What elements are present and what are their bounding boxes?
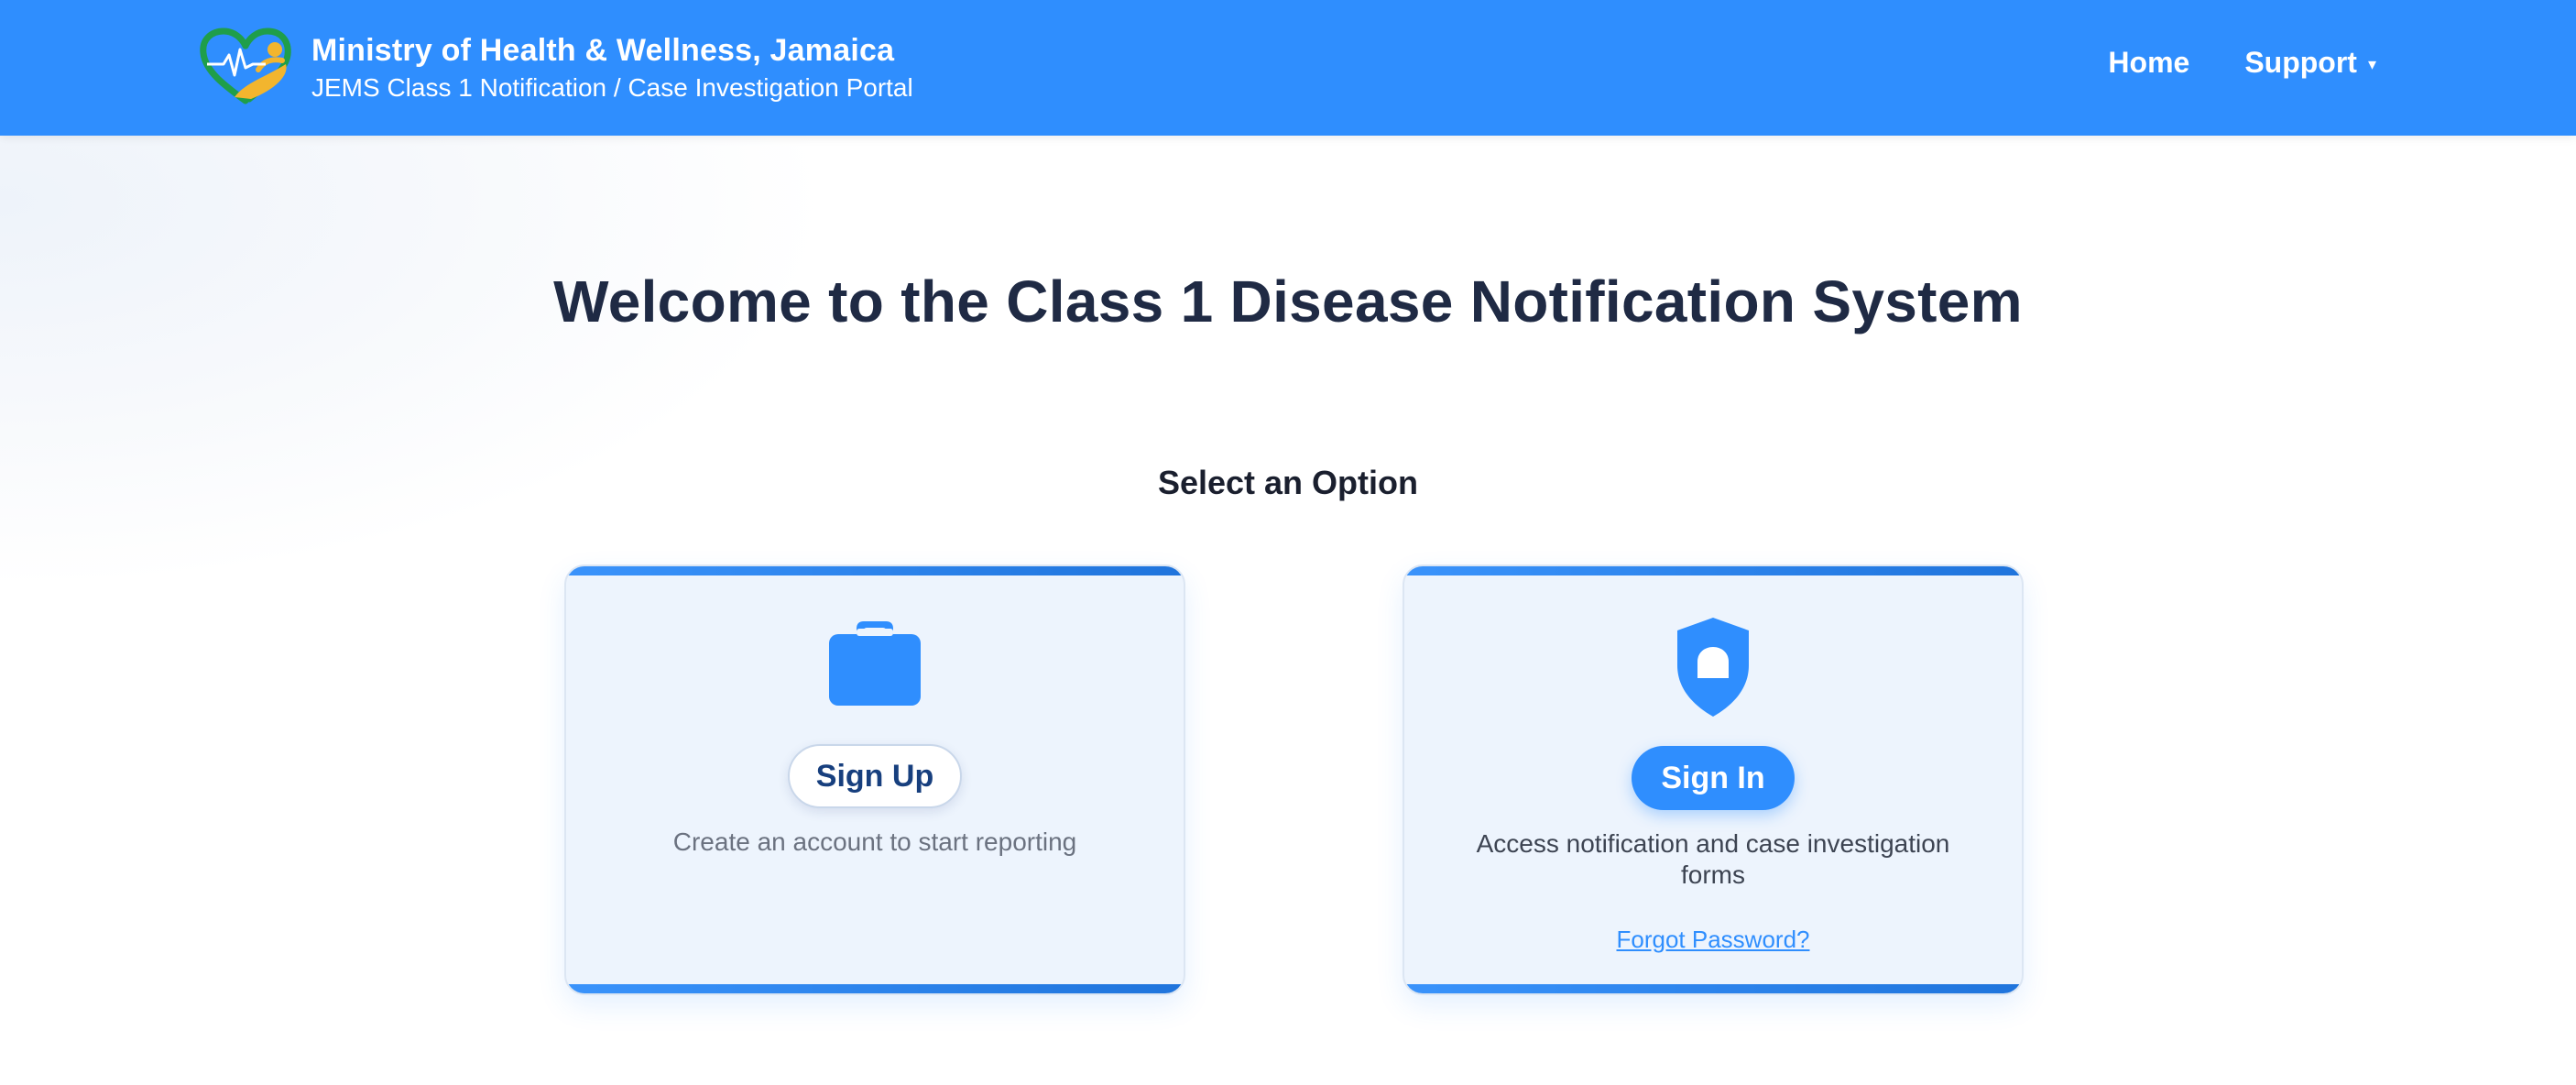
- nav-support-dropdown[interactable]: Support ▾: [2244, 46, 2376, 80]
- signin-card: Sign In Access notification and case inv…: [1403, 564, 2024, 995]
- signup-card: Sign Up Create an account to start repor…: [564, 564, 1185, 995]
- brand[interactable]: Ministry of Health & Wellness, Jamaica J…: [198, 27, 913, 104]
- briefcase-icon: [829, 621, 921, 706]
- brand-title: Ministry of Health & Wellness, Jamaica: [311, 33, 895, 68]
- heart-heartbeat-logo: [200, 27, 291, 104]
- nav-home-link[interactable]: Home: [2108, 46, 2189, 80]
- forgot-password-link[interactable]: Forgot Password?: [1404, 926, 2022, 954]
- sign-up-button[interactable]: Sign Up: [788, 744, 962, 808]
- select-option-heading: Select an Option: [1157, 464, 1419, 501]
- signup-description: Create an account to start reporting: [672, 827, 1077, 856]
- page: Ministry of Health & Wellness, Jamaica J…: [0, 0, 2576, 1085]
- signin-description: Access notification and case investigati…: [1476, 829, 1950, 889]
- nav-support-label: Support: [2244, 46, 2357, 79]
- shield-icon: [1677, 618, 1749, 717]
- nav-home-label: Home: [2108, 46, 2190, 79]
- brand-subtitle: JEMS Class 1 Notification / Case Investi…: [311, 73, 913, 102]
- brand-text: Ministry of Health & Wellness, Jamaica J…: [311, 28, 913, 104]
- page-title: Welcome to the Class 1 Disease Notificat…: [553, 269, 2023, 334]
- caret-down-icon: ▾: [2367, 55, 2376, 73]
- sign-in-button[interactable]: Sign In: [1632, 746, 1795, 810]
- main-nav: Home Support ▾: [2053, 46, 2376, 80]
- top-header: Ministry of Health & Wellness, Jamaica J…: [0, 0, 2576, 136]
